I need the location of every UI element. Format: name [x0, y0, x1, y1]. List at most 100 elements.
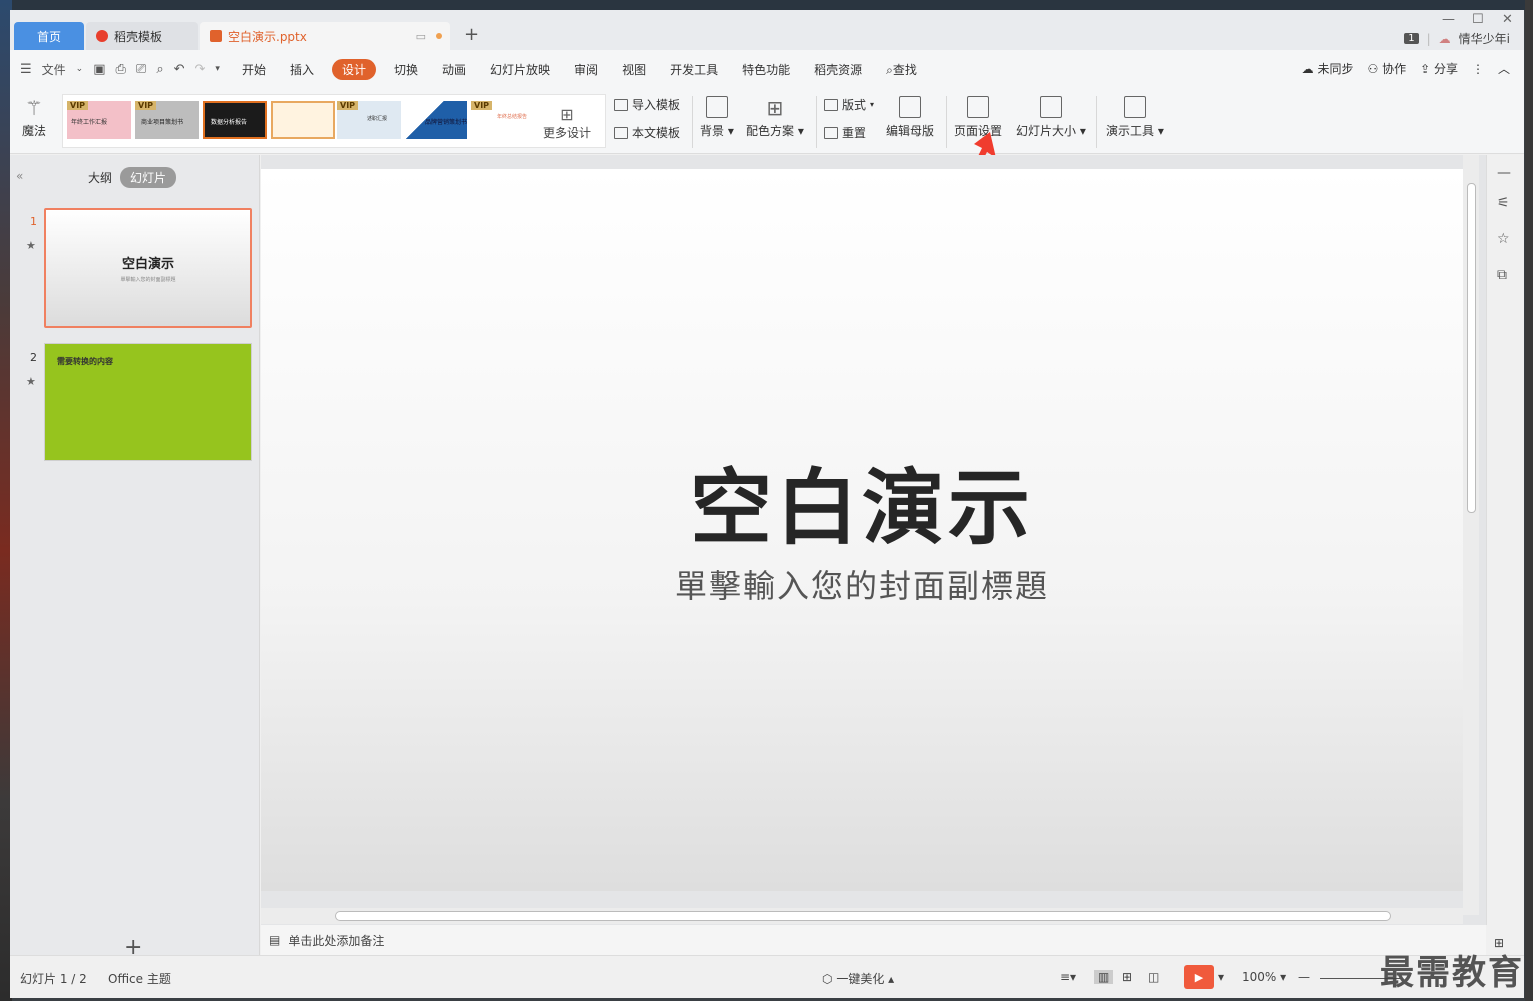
reset-button[interactable]: 重置	[824, 124, 866, 141]
print-preview-icon[interactable]: ⌕	[156, 62, 163, 77]
normal-view-icon[interactable]: ▥	[1094, 970, 1114, 984]
menu-transitions[interactable]: 切换	[382, 61, 430, 78]
hamburger-icon[interactable]: ☰	[20, 62, 32, 77]
more-menu-icon[interactable]: ⋮	[1472, 62, 1484, 76]
this-template-button[interactable]: 本文模板	[614, 124, 680, 141]
tab-slides[interactable]: 幻灯片	[120, 167, 177, 188]
slide-thumbnail-2[interactable]: 需要转换的内容	[44, 343, 252, 461]
menu-docer-resources[interactable]: 稻壳资源	[802, 61, 874, 78]
vip-badge: VIP	[135, 101, 157, 110]
window-count-badge[interactable]: 1	[1404, 33, 1419, 44]
collapse-ribbon-icon[interactable]: ︿	[1498, 60, 1510, 77]
template-thumbnail[interactable]: VIP 商业项目策划书	[135, 101, 199, 139]
current-slide[interactable]: 空白演示 單擊輸入您的封面副標題	[261, 169, 1463, 891]
magic-button[interactable]: ⚚ 魔法	[22, 96, 46, 139]
close-button[interactable]: ✕	[1502, 12, 1513, 27]
menu-view[interactable]: 视图	[610, 61, 658, 78]
slide-subtitle-placeholder[interactable]: 單擊輸入您的封面副標題	[261, 561, 1463, 607]
new-tab-button[interactable]: +	[464, 24, 479, 45]
menu-review[interactable]: 审阅	[562, 61, 610, 78]
animation-icon[interactable]: ☆	[1497, 231, 1510, 247]
play-slideshow-button[interactable]: ▶	[1184, 965, 1214, 989]
vertical-scroll-thumb[interactable]	[1467, 183, 1476, 513]
minimize-button[interactable]: —	[1442, 12, 1455, 27]
chevron-down-icon[interactable]: ⌄	[76, 64, 84, 74]
import-template-button[interactable]: 导入模板	[614, 96, 680, 113]
menu-insert[interactable]: 插入	[278, 61, 326, 78]
sync-status[interactable]: ☁ 未同步	[1302, 60, 1354, 77]
tab-docer-templates[interactable]: 稻壳模板	[86, 22, 198, 50]
menu-search[interactable]: ⌕查找	[874, 61, 929, 78]
menu-bar: ☰ 文件 ⌄ ▣ ⎙ ⎚ ⌕ ↶ ↷ ▾ 开始 插入 设计 切换 动画 幻灯片放…	[10, 50, 1524, 88]
file-menu[interactable]: 文件	[42, 61, 66, 78]
horizontal-scrollbar[interactable]	[261, 908, 1463, 924]
user-name[interactable]: 情华少年i	[1459, 30, 1510, 47]
slide-sorter-icon[interactable]: ⊞	[1122, 970, 1132, 984]
tab-document[interactable]: 空白演示.pptx ▭	[200, 22, 450, 50]
background-button[interactable]: 背景 ▾	[700, 96, 734, 139]
user-cloud-icon: ☁	[1438, 31, 1451, 46]
properties-icon[interactable]: ⚟	[1497, 195, 1510, 211]
template-thumbnail[interactable]: 数据分析报告	[203, 101, 267, 139]
share-button[interactable]: ⇪ 分享	[1420, 60, 1458, 77]
notes-toggle-icon[interactable]: ≡▾	[1060, 970, 1076, 984]
template-thumbnail[interactable]: VIP 年终总结报告	[471, 101, 535, 139]
zoom-level[interactable]: 100% ▾	[1242, 970, 1286, 984]
redo-icon[interactable]: ↷	[195, 62, 206, 77]
tab-home[interactable]: 首页	[14, 22, 84, 50]
more-design-button[interactable]: ⊞ 更多设计	[543, 105, 591, 141]
template-thumbnail[interactable]: VIP 年终工作汇报	[67, 101, 131, 139]
transition-icon[interactable]: ⧉	[1497, 267, 1507, 283]
slide-thumbnail-1[interactable]: 空白演示 單擊輸入您的封面副標題	[44, 208, 252, 328]
template-thumbnail[interactable]	[271, 101, 335, 139]
animation-star-icon: ★	[26, 239, 36, 252]
print-icon[interactable]: ⎚	[136, 62, 146, 77]
play-options-icon[interactable]: ▾	[1218, 970, 1224, 984]
vertical-scrollbar[interactable]	[1463, 155, 1479, 915]
collab-button[interactable]: ⚇ 协作	[1367, 60, 1406, 77]
template-thumbnail[interactable]: VIP 述职汇报	[337, 101, 401, 139]
import-template-icon	[614, 98, 628, 111]
play-icon: ▶	[1194, 970, 1204, 984]
design-ribbon: ⚚ 魔法 VIP 年终工作汇报 VIP 商业项目策划书 数据分析报告 VIP 述职汇报…	[10, 88, 1524, 154]
save-icon[interactable]: ▣	[93, 62, 105, 77]
zoom-out-button[interactable]: —	[1298, 970, 1310, 984]
vip-badge: VIP	[337, 101, 359, 110]
collapse-panel-icon[interactable]: «	[16, 169, 23, 183]
cube-icon: ⬡	[822, 972, 833, 986]
user-separator: |	[1426, 31, 1431, 46]
monitor-icon[interactable]: ▭	[416, 30, 426, 43]
presenter-tools-button[interactable]: 演示工具 ▾	[1106, 96, 1164, 139]
slide-number: 1	[30, 215, 37, 228]
theme-name[interactable]: Office 主题	[108, 970, 171, 987]
horizontal-scroll-thumb[interactable]	[335, 911, 1391, 921]
template-thumbnail[interactable]: 品牌营销策划书	[403, 101, 467, 139]
menu-developer[interactable]: 开发工具	[658, 61, 730, 78]
edit-master-button[interactable]: 编辑母版	[886, 96, 934, 139]
customize-icon[interactable]: ▾	[215, 64, 220, 74]
tab-outline[interactable]: 大纲	[88, 169, 112, 186]
menu-animations[interactable]: 动画	[430, 61, 478, 78]
share-icon: ⇪	[1420, 62, 1431, 76]
slide-count: 幻灯片 1 / 2	[20, 972, 87, 986]
magic-wand-icon: ⚚	[25, 96, 43, 120]
reading-view-icon[interactable]: ◫	[1148, 970, 1159, 984]
notes-area[interactable]: ▤ 单击此处添加备注	[261, 925, 1486, 955]
menu-right-actions: ☁ 未同步 ⚇ 协作 ⇪ 分享 ⋮ ︿	[1302, 60, 1510, 77]
presentation-file-icon	[210, 30, 222, 42]
ribbon-separator	[816, 96, 817, 148]
menu-start[interactable]: 开始	[230, 61, 278, 78]
menu-features[interactable]: 特色功能	[730, 61, 802, 78]
slide-title-placeholder[interactable]: 空白演示	[261, 441, 1463, 560]
layout-button[interactable]: 版式 ▾	[824, 96, 874, 113]
maximize-button[interactable]: ☐	[1472, 12, 1484, 27]
slide-size-button[interactable]: 幻灯片大小 ▾	[1016, 96, 1086, 139]
color-scheme-button[interactable]: ⊞ 配色方案 ▾	[746, 96, 804, 139]
menu-slideshow[interactable]: 幻灯片放映	[478, 61, 562, 78]
slide-panel: « 大纲 幻灯片 1 ★ 空白演示 單擊輸入您的封面副標題 2 ★ 需要转换的内…	[10, 155, 260, 960]
desktop-top-edge	[0, 0, 1533, 10]
menu-design[interactable]: 设计	[331, 58, 376, 80]
undo-icon[interactable]: ↶	[174, 62, 185, 77]
export-pdf-icon[interactable]: ⎙	[116, 62, 126, 77]
beautify-button[interactable]: ⬡ 一键美化 ▴	[822, 970, 894, 987]
